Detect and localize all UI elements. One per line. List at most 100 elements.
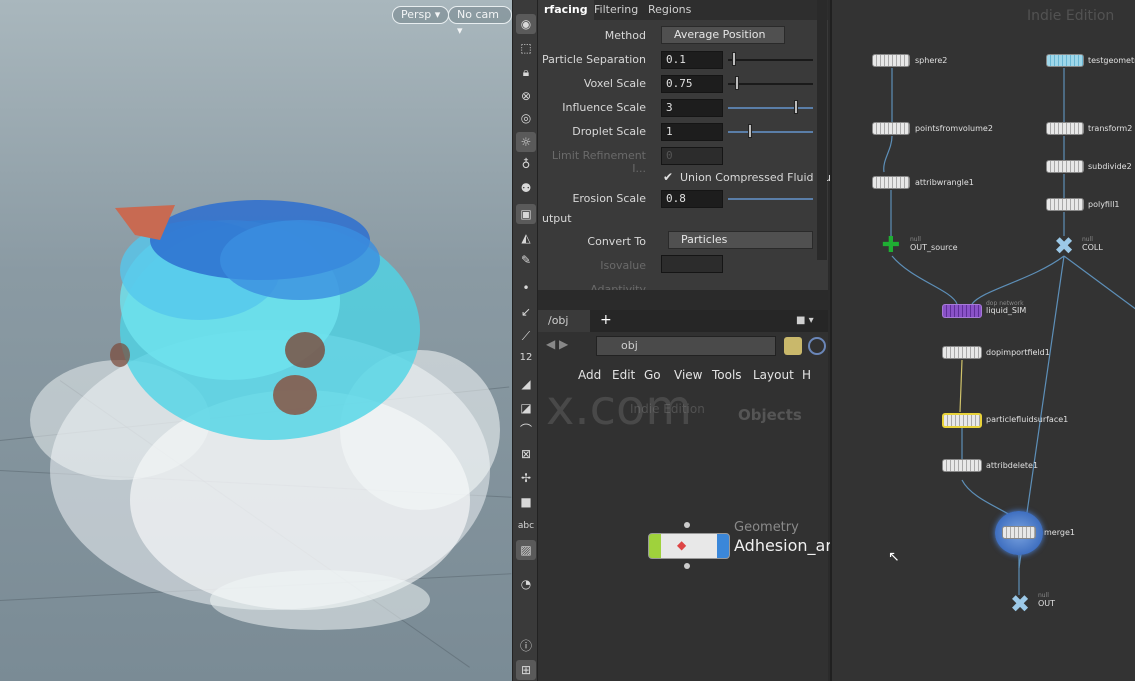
path-field[interactable]: obj bbox=[596, 336, 776, 356]
tab-filtering[interactable]: Filtering bbox=[588, 0, 644, 20]
node-dopimportfield1[interactable] bbox=[942, 346, 982, 359]
camera-menu-button[interactable]: No cam ▾ bbox=[448, 6, 512, 37]
voxel-scale-field[interactable]: 0.75 bbox=[661, 75, 723, 93]
node-polyfill1[interactable] bbox=[1046, 198, 1084, 211]
text-icon[interactable]: abc bbox=[516, 516, 536, 536]
node-liquid-sim[interactable] bbox=[942, 304, 982, 318]
node-output[interactable] bbox=[684, 563, 690, 569]
curve-icon[interactable]: ⌒ bbox=[516, 420, 536, 440]
node-label: OUT bbox=[1038, 599, 1056, 608]
select-icon[interactable]: ⬚ bbox=[516, 38, 536, 58]
node-pointsfromvolume2[interactable] bbox=[872, 122, 910, 135]
brush-icon[interactable]: ✎ bbox=[516, 250, 536, 270]
node-subdivide2[interactable] bbox=[1046, 160, 1084, 173]
output-section-header[interactable]: utput bbox=[542, 212, 572, 225]
point-icon[interactable]: • bbox=[516, 278, 536, 298]
node-particlefluidsurface1[interactable] bbox=[942, 413, 982, 428]
null-node-out[interactable]: ✖ bbox=[1006, 592, 1034, 616]
number-icon[interactable]: 12 bbox=[516, 348, 536, 368]
back-icon[interactable]: ◀ ▶ bbox=[546, 337, 568, 351]
checkmark-icon[interactable]: ✔ bbox=[663, 170, 673, 184]
geometry-node[interactable] bbox=[648, 533, 730, 559]
droplet-scale-label: Droplet Scale bbox=[572, 125, 646, 138]
slider-knob[interactable] bbox=[748, 124, 752, 138]
node-transform2[interactable] bbox=[1046, 122, 1084, 135]
grid-icon[interactable]: ⊞ bbox=[516, 660, 536, 680]
method-dropdown[interactable]: Average Position bbox=[661, 26, 785, 44]
mouse-cursor-icon: ↖ bbox=[888, 549, 900, 565]
node-type-sub: null bbox=[1038, 592, 1049, 599]
bulb-icon[interactable]: ♁ bbox=[516, 154, 536, 174]
pin-icon[interactable] bbox=[784, 337, 802, 355]
image-icon[interactable]: ▨ bbox=[516, 540, 536, 560]
node-attribwrangle1[interactable] bbox=[872, 176, 910, 189]
null-node-coll[interactable]: ✖ bbox=[1050, 234, 1078, 258]
node-merge1[interactable] bbox=[1002, 526, 1036, 539]
convert-to-label: Convert To bbox=[587, 235, 646, 248]
light-icon[interactable]: ☼ bbox=[516, 132, 536, 152]
handle-icon[interactable]: ⊗ bbox=[516, 86, 536, 106]
measure-icon[interactable]: ⊠ bbox=[516, 444, 536, 464]
vertical-scrollbar[interactable] bbox=[817, 0, 827, 260]
node-attribdelete1[interactable] bbox=[942, 459, 982, 472]
help-icon[interactable] bbox=[808, 337, 826, 355]
voxel-scale-label: Voxel Scale bbox=[583, 77, 646, 90]
arrow-icon[interactable]: ↙ bbox=[516, 302, 536, 322]
node-sphere2[interactable] bbox=[872, 54, 910, 67]
light2-icon[interactable]: ◔ bbox=[516, 574, 536, 594]
snap-icon[interactable]: ◎ bbox=[516, 108, 536, 128]
perspective-menu-button[interactable]: Persp ▾ bbox=[392, 6, 450, 24]
node-label: merge1 bbox=[1044, 528, 1075, 537]
node-label: attribdelete1 bbox=[986, 461, 1039, 470]
edit-icon[interactable]: ◪ bbox=[516, 398, 536, 418]
pen-icon[interactable]: ⟋ bbox=[516, 326, 536, 346]
tab-surfacing[interactable]: rfacing bbox=[538, 0, 594, 20]
info-icon[interactable]: ⓘ bbox=[516, 636, 536, 656]
lock-icon[interactable]: 🔒︎ bbox=[516, 62, 536, 82]
viewport-toolbar: ◉ ⬚ 🔒︎ ⊗ ◎ ☼ ♁ ⚉ ▣ ◭ ✎ • ↙ ⟋ 12 ◢ ◪ ⌒ ⊠ … bbox=[512, 0, 538, 681]
camera-icon[interactable]: ⚉ bbox=[516, 178, 536, 198]
paint-icon[interactable]: ◢ bbox=[516, 374, 536, 394]
network-editor-pane[interactable]: /obj + ■ ▾ ◀ ▶ obj Add Edit Go View Tool… bbox=[538, 310, 832, 681]
particle-separation-slider[interactable] bbox=[728, 59, 813, 61]
erosion-scale-slider[interactable] bbox=[728, 198, 813, 200]
slider-knob[interactable] bbox=[794, 100, 798, 114]
voxel-scale-slider[interactable] bbox=[728, 83, 813, 85]
node-label: transform2 bbox=[1088, 124, 1133, 133]
limit-refinement-field: 0 bbox=[661, 147, 723, 165]
node-testgeometry[interactable] bbox=[1046, 54, 1084, 67]
slider-knob[interactable] bbox=[735, 76, 739, 90]
null-node-out-source[interactable]: ✚ bbox=[878, 235, 904, 257]
viewport-3d[interactable]: Persp ▾ No cam ▾ bbox=[0, 0, 512, 681]
context-label: Objects bbox=[738, 406, 802, 424]
sop-network-graph[interactable]: Indie Edition sphere2 pointsfromvolume2 … bbox=[830, 0, 1135, 681]
transform-icon[interactable]: ✢ bbox=[516, 468, 536, 488]
node-input[interactable] bbox=[684, 522, 690, 528]
convert-to-dropdown[interactable]: Particles bbox=[668, 231, 813, 249]
droplet-scale-slider[interactable] bbox=[728, 131, 813, 133]
add-tab-icon[interactable]: + bbox=[600, 312, 612, 328]
pane-menu-icon[interactable]: ■ ▾ bbox=[796, 315, 814, 326]
slider-knob[interactable] bbox=[732, 52, 736, 66]
influence-scale-field[interactable]: 3 bbox=[661, 99, 723, 117]
erosion-scale-field[interactable]: 0.8 bbox=[661, 190, 723, 208]
menu-help[interactable]: H bbox=[802, 368, 811, 382]
menu-tools[interactable]: Tools bbox=[712, 368, 742, 382]
eye-icon[interactable]: ◉ bbox=[516, 14, 536, 34]
particle-separation-field[interactable]: 0.1 bbox=[661, 51, 723, 69]
node-wires bbox=[883, 68, 1135, 595]
tab-obj[interactable]: /obj bbox=[538, 310, 590, 332]
fluid-simulation-render bbox=[30, 200, 500, 630]
scene-icon[interactable]: ▣ bbox=[516, 204, 536, 224]
influence-scale-slider[interactable] bbox=[728, 107, 813, 109]
box-icon[interactable]: ■ bbox=[516, 492, 536, 512]
menu-layout[interactable]: Layout bbox=[753, 368, 794, 382]
horizontal-scrollbar[interactable] bbox=[538, 290, 828, 300]
tab-regions[interactable]: Regions bbox=[642, 0, 697, 20]
shape-icon[interactable]: ◭ bbox=[516, 228, 536, 248]
droplet-scale-field[interactable]: 1 bbox=[661, 123, 723, 141]
particle-separation-label: Particle Separation bbox=[542, 53, 646, 66]
method-label: Method bbox=[604, 29, 646, 42]
isovalue-label: Isovalue bbox=[600, 259, 646, 272]
node-label: COLL bbox=[1082, 243, 1103, 252]
